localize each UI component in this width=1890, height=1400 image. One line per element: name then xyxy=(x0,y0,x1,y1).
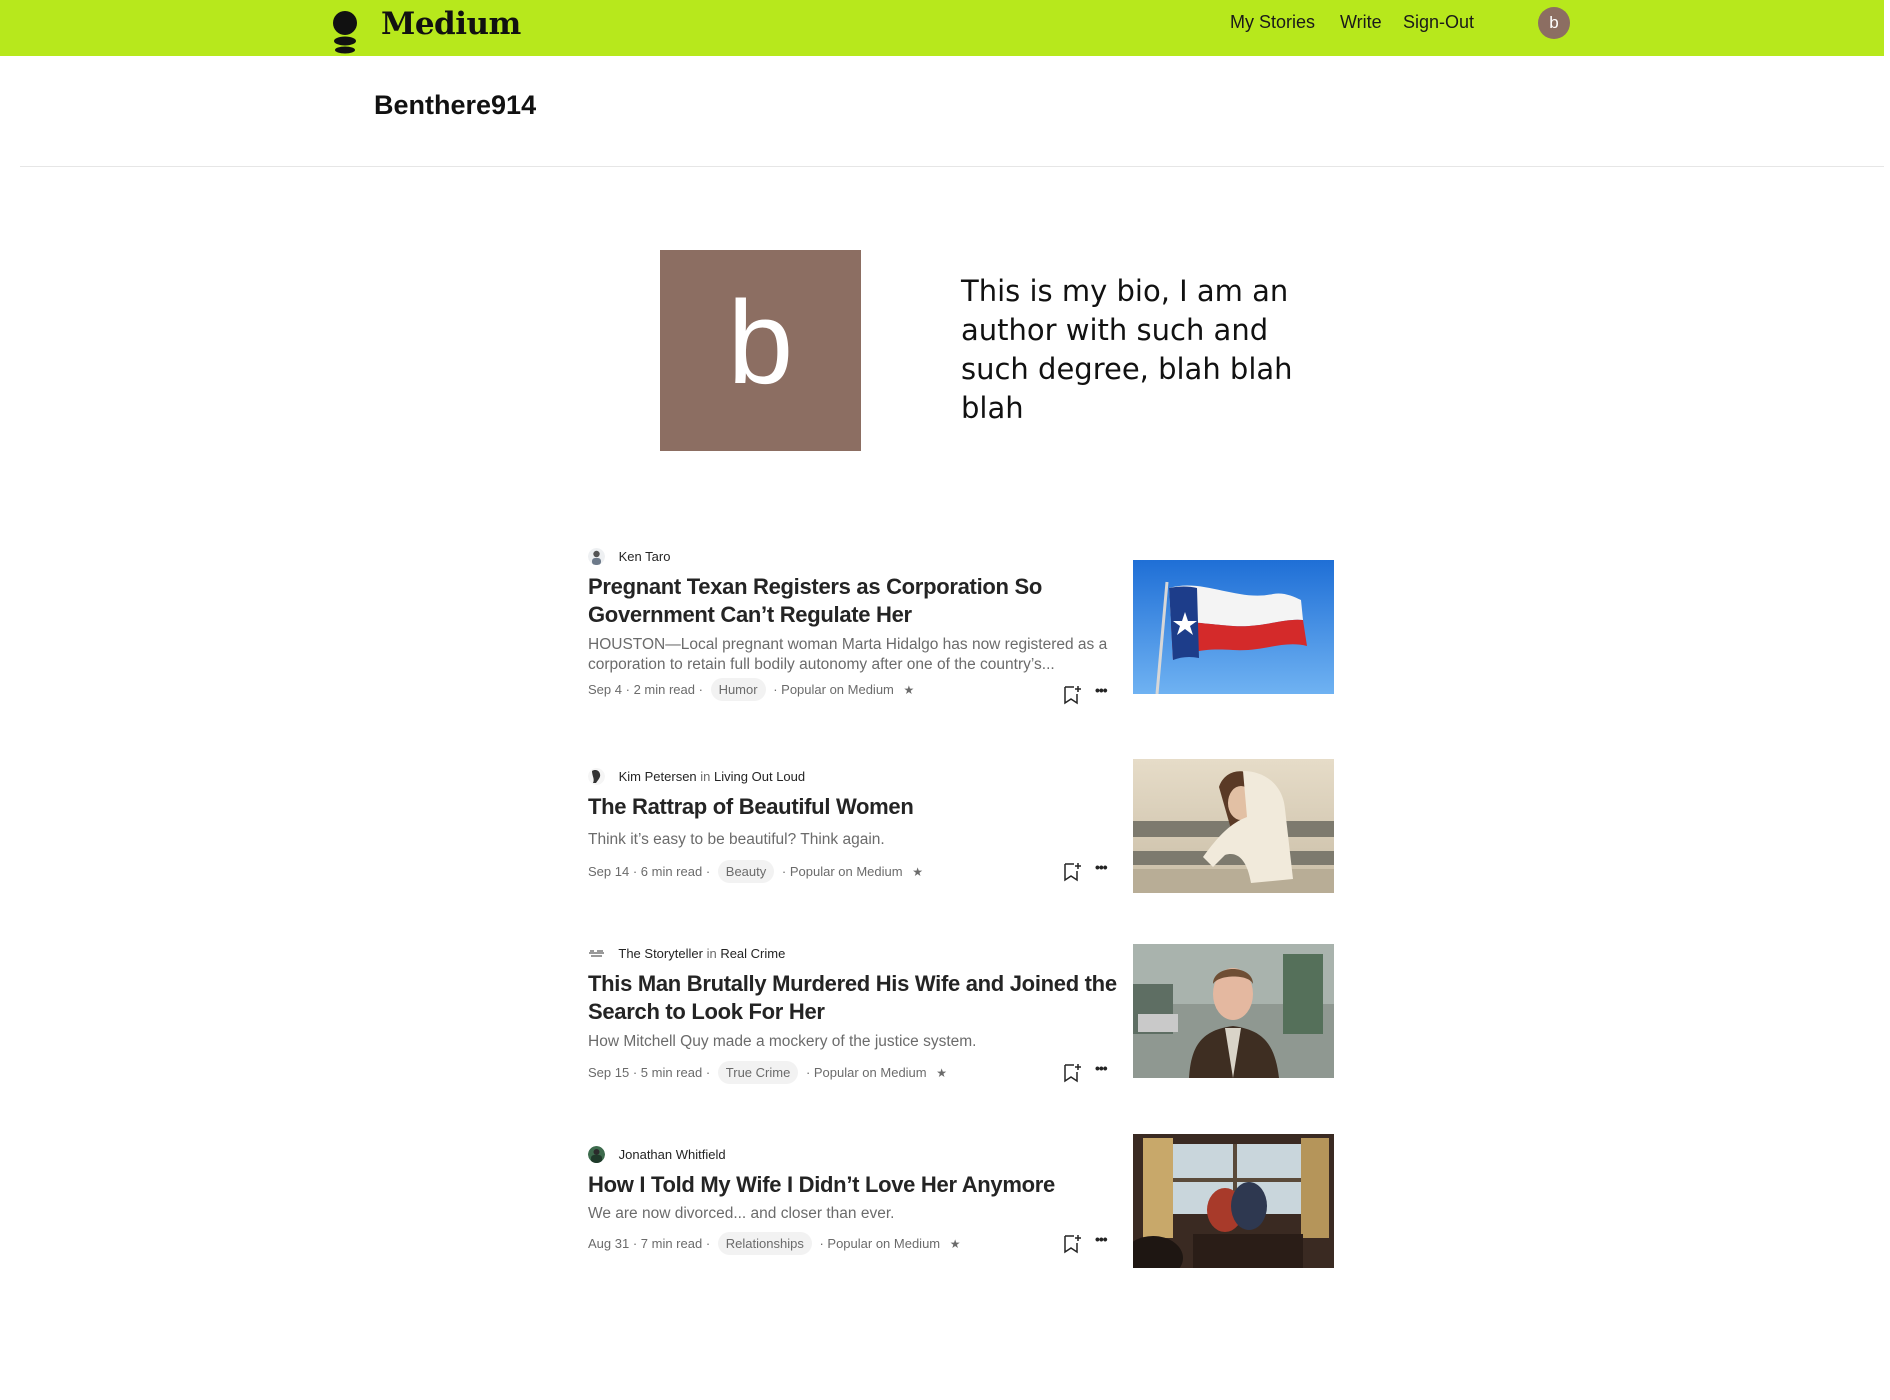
popular-label: Popular on Medium xyxy=(781,682,894,697)
article-title[interactable]: How I Told My Wife I Didn’t Love Her Any… xyxy=(588,1171,1128,1199)
article-card[interactable]: Ken Taro Pregnant Texan Registers as Cor… xyxy=(588,548,1336,705)
article-thumbnail-man-in-jacket[interactable] xyxy=(1133,944,1334,1078)
article-subtitle[interactable]: Think it’s easy to be beautiful? Think a… xyxy=(588,830,1128,850)
article-title[interactable]: This Man Brutally Murdered His Wife and … xyxy=(588,970,1128,1026)
bookmark-add-icon[interactable] xyxy=(1063,685,1081,705)
article-title[interactable]: The Rattrap of Beautiful Women xyxy=(588,793,1128,821)
article-author-line[interactable]: Ken Taro xyxy=(588,548,670,568)
article-date: Sep 4 xyxy=(588,682,622,697)
article-card[interactable]: Jonathan Whitfield How I Told My Wife I … xyxy=(588,1134,1336,1286)
article-tag[interactable]: True Crime xyxy=(717,1061,799,1084)
brand-wordmark[interactable]: Medium xyxy=(381,6,521,42)
star-icon: ★ xyxy=(912,864,923,879)
article-subtitle[interactable]: How Mitchell Quy made a mockery of the j… xyxy=(588,1032,1128,1052)
user-avatar[interactable]: b xyxy=(1538,7,1570,39)
article-title[interactable]: Pregnant Texan Registers as Corporation … xyxy=(588,573,1128,629)
sign-out-link[interactable]: Sign-Out xyxy=(1403,12,1474,33)
more-options-icon[interactable]: ••• xyxy=(1095,682,1108,698)
article-date: Sep 15 xyxy=(588,1065,630,1080)
in-label: in xyxy=(700,769,711,784)
bookmark-add-icon[interactable] xyxy=(1063,862,1081,882)
article-author-line[interactable]: The Storyteller in Real Crime xyxy=(588,945,785,965)
article-meta: Sep 14 · 6 min read · Beauty · Popular o… xyxy=(588,860,1128,884)
profile-picture-letter: b xyxy=(727,277,794,409)
article-card[interactable]: The Storyteller in Real Crime This Man B… xyxy=(588,944,1336,1085)
profile-username: Benthere914 xyxy=(374,90,537,120)
publication-name[interactable]: Real Crime xyxy=(720,946,785,961)
article-tag[interactable]: Beauty xyxy=(717,860,775,883)
in-label: in xyxy=(706,946,717,961)
author-avatar-icon xyxy=(588,1146,605,1163)
article-meta: Sep 15 · 5 min read · True Crime · Popul… xyxy=(588,1061,1128,1085)
author-avatar-icon xyxy=(588,768,605,785)
article-date: Sep 14 xyxy=(588,864,630,879)
author-name[interactable]: Kim Petersen xyxy=(619,769,697,784)
bookmark-add-icon[interactable] xyxy=(1063,1063,1081,1083)
profile-picture: b xyxy=(660,250,861,451)
profile-bio: This is my bio, I am an author with such… xyxy=(961,274,1293,425)
article-thumbnail-woman-on-fence[interactable] xyxy=(1133,759,1334,893)
article-meta: Aug 31 · 7 min read · Relationships · Po… xyxy=(588,1232,1128,1256)
article-author-line[interactable]: Kim Petersen in Living Out Loud xyxy=(588,768,805,788)
article-read-time: 7 min read xyxy=(640,1236,703,1251)
publication-name[interactable]: Living Out Loud xyxy=(714,769,805,784)
article-subtitle[interactable]: HOUSTON—Local pregnant woman Marta Hidal… xyxy=(588,635,1128,675)
star-icon: ★ xyxy=(936,1065,948,1080)
article-meta: Sep 4 · 2 min read · Humor · Popular on … xyxy=(588,678,1128,702)
write-link[interactable]: Write xyxy=(1340,12,1382,33)
author-name[interactable]: Ken Taro xyxy=(619,549,671,564)
article-subtitle[interactable]: We are now divorced... and closer than e… xyxy=(588,1204,1128,1224)
popular-label: Popular on Medium xyxy=(813,1065,927,1080)
header-divider xyxy=(20,166,1884,167)
article-card[interactable]: Kim Petersen in Living Out Loud The Ratt… xyxy=(588,759,1336,908)
article-read-time: 2 min read xyxy=(633,682,695,697)
article-thumbnail-texas-flag[interactable] xyxy=(1133,560,1334,694)
article-thumbnail-couple-in-room[interactable] xyxy=(1133,1134,1334,1268)
article-tag[interactable]: Relationships xyxy=(717,1232,812,1255)
author-avatar-icon xyxy=(588,548,605,565)
author-name[interactable]: The Storyteller xyxy=(618,946,703,961)
my-stories-link[interactable]: My Stories xyxy=(1230,12,1315,33)
more-options-icon[interactable]: ••• xyxy=(1095,1060,1108,1076)
author-name[interactable]: Jonathan Whitfield xyxy=(619,1147,726,1162)
popular-label: Popular on Medium xyxy=(789,864,903,879)
more-options-icon[interactable]: ••• xyxy=(1095,1231,1108,1247)
medium-logo-icon[interactable] xyxy=(332,10,358,56)
article-date: Aug 31 xyxy=(588,1236,630,1251)
star-icon: ★ xyxy=(903,682,915,697)
bookmark-add-icon[interactable] xyxy=(1063,1234,1081,1254)
top-navigation-bar: Medium My Stories Write Sign-Out b xyxy=(0,0,1884,56)
article-read-time: 5 min read xyxy=(640,1065,703,1080)
more-options-icon[interactable]: ••• xyxy=(1095,859,1108,875)
article-author-line[interactable]: Jonathan Whitfield xyxy=(588,1146,726,1166)
star-icon: ★ xyxy=(949,1236,961,1251)
author-avatar-icon xyxy=(588,945,605,962)
article-read-time: 6 min read xyxy=(640,864,703,879)
popular-label: Popular on Medium xyxy=(827,1236,941,1251)
article-tag[interactable]: Humor xyxy=(710,678,766,701)
